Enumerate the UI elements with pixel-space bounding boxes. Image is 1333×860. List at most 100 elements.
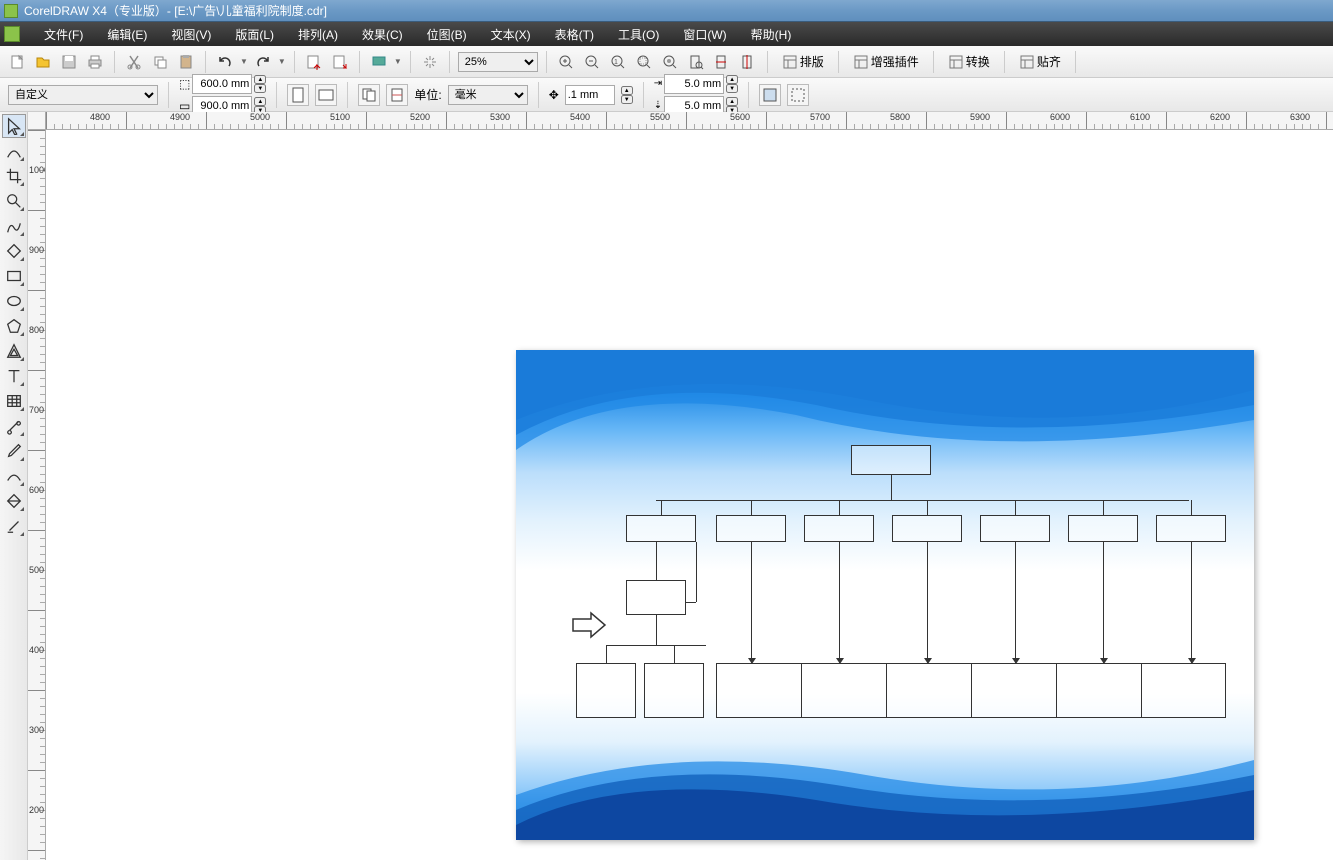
polygon-tool[interactable]	[2, 314, 26, 338]
org-box-l2-1[interactable]	[716, 515, 786, 542]
export-button[interactable]	[329, 51, 351, 73]
new-button[interactable]	[6, 51, 28, 73]
zoom-onetoone-button[interactable]: 1	[607, 51, 629, 73]
zoom-pageheight-button[interactable]	[737, 51, 759, 73]
menu-H[interactable]: 帮助(H)	[739, 26, 804, 43]
table-tool[interactable]	[2, 389, 26, 413]
menu-L[interactable]: 版面(L)	[223, 26, 286, 43]
app-icon	[4, 4, 18, 18]
org-box-mid[interactable]	[626, 580, 686, 615]
ellipse-tool[interactable]	[2, 289, 26, 313]
import-button[interactable]	[303, 51, 325, 73]
menu-O[interactable]: 工具(O)	[606, 26, 671, 43]
menu-E[interactable]: 编辑(E)	[95, 26, 159, 43]
snap-panel-button[interactable]: 贴齐	[1013, 53, 1067, 70]
menu-bar: 文件(F)编辑(E)视图(V)版面(L)排列(A)效果(C)位图(B)文本(X)…	[0, 22, 1333, 46]
zoom-tool[interactable]	[2, 189, 26, 213]
drawing-canvas[interactable]	[46, 130, 1333, 860]
window-title: CorelDRAW X4（专业版）- [E:\广告\儿童福利院制度.cdr]	[24, 2, 327, 19]
print-button[interactable]	[84, 51, 106, 73]
property-bar: 自定义 ⬚▲▼ ▭▲▼ 单位: 毫米 ✥ ▲▼ ⇥▲▼ ⇣▲▼	[0, 78, 1333, 112]
height-up[interactable]: ▲	[254, 97, 266, 106]
treat-as-filled-button[interactable]	[759, 84, 781, 106]
menu-W[interactable]: 窗口(W)	[671, 26, 738, 43]
org-box-l2-5[interactable]	[1068, 515, 1138, 542]
org-box-l2-3[interactable]	[892, 515, 962, 542]
layout-panel-button[interactable]: 排版	[776, 53, 830, 70]
menu-B[interactable]: 位图(B)	[415, 26, 479, 43]
interactive-tool[interactable]	[2, 414, 26, 438]
title-bar: CorelDRAW X4（专业版）- [E:\广告\儿童福利院制度.cdr]	[0, 0, 1333, 22]
menu-F[interactable]: 文件(F)	[32, 26, 95, 43]
zoom-out-button[interactable]	[581, 51, 603, 73]
undo-button[interactable]	[214, 51, 236, 73]
org-box-top[interactable]	[851, 445, 931, 475]
all-pages-button[interactable]	[358, 84, 380, 106]
zoom-in-button[interactable]	[555, 51, 577, 73]
open-button[interactable]	[32, 51, 54, 73]
org-box-l2-6[interactable]	[1156, 515, 1226, 542]
paste-button[interactable]	[175, 51, 197, 73]
shape-tool[interactable]	[2, 139, 26, 163]
eyedropper-tool[interactable]	[2, 439, 26, 463]
wave-decoration-bottom	[516, 740, 1254, 840]
menu-C[interactable]: 效果(C)	[350, 26, 415, 43]
rectangle-tool[interactable]	[2, 264, 26, 288]
units-select[interactable]: 毫米	[448, 85, 528, 105]
landscape-button[interactable]	[315, 84, 337, 106]
document-page[interactable]	[516, 350, 1254, 840]
paper-type-select[interactable]: 自定义	[8, 85, 158, 105]
nudge-input[interactable]	[565, 85, 615, 105]
zoom-level-select[interactable]: 25%	[458, 52, 538, 72]
ruler-origin[interactable]	[28, 112, 46, 130]
basic-shapes-tool[interactable]	[2, 339, 26, 363]
current-page-button[interactable]	[386, 84, 408, 106]
addon-panel-button[interactable]: 增强插件	[847, 53, 925, 70]
canvas-region: 4800490050005100520053005400550056005700…	[28, 112, 1333, 860]
org-box-l2-0[interactable]	[626, 515, 696, 542]
outline-tool[interactable]	[2, 464, 26, 488]
portrait-button[interactable]	[287, 84, 309, 106]
menu-T[interactable]: 表格(T)	[543, 26, 606, 43]
width-icon: ⬚	[179, 77, 190, 91]
smart-fill-tool[interactable]	[2, 239, 26, 263]
crop-tool[interactable]	[2, 164, 26, 188]
pick-tool[interactable]	[2, 114, 26, 138]
page-width-input[interactable]	[192, 74, 252, 94]
menu-A[interactable]: 排列(A)	[286, 26, 350, 43]
welcome-button[interactable]	[419, 51, 441, 73]
width-down[interactable]: ▼	[254, 84, 266, 93]
org-box-l2-4[interactable]	[980, 515, 1050, 542]
dup-x-input[interactable]	[664, 74, 724, 94]
interactive-fill-tool[interactable]	[2, 514, 26, 538]
menu-V[interactable]: 视图(V)	[159, 26, 223, 43]
svg-text:1: 1	[614, 59, 618, 66]
cut-button[interactable]	[123, 51, 145, 73]
org-box-b1[interactable]	[576, 663, 636, 718]
height-icon: ▭	[179, 99, 190, 113]
zoom-selection-button[interactable]	[633, 51, 655, 73]
units-label: 单位:	[414, 86, 441, 103]
org-box-l2-2[interactable]	[804, 515, 874, 542]
vertical-ruler[interactable]: 1000900800700600500400300200	[28, 130, 46, 860]
snap-to-button[interactable]	[787, 84, 809, 106]
text-tool[interactable]	[2, 364, 26, 388]
zoom-allobjects-button[interactable]	[659, 51, 681, 73]
dup-y-icon: ⇣	[654, 100, 662, 111]
width-up[interactable]: ▲	[254, 75, 266, 84]
org-box-b2[interactable]	[644, 663, 704, 718]
freehand-tool[interactable]	[2, 214, 26, 238]
nudge-up[interactable]: ▲	[621, 86, 633, 95]
zoom-pagewidth-button[interactable]	[711, 51, 733, 73]
app-launcher-button[interactable]	[368, 51, 390, 73]
copy-button[interactable]	[149, 51, 171, 73]
nudge-down[interactable]: ▼	[621, 95, 633, 104]
toolbox	[0, 112, 28, 860]
fill-tool[interactable]	[2, 489, 26, 513]
save-button[interactable]	[58, 51, 80, 73]
transform-panel-button[interactable]: 转换	[942, 53, 996, 70]
redo-button[interactable]	[252, 51, 274, 73]
menu-X[interactable]: 文本(X)	[479, 26, 543, 43]
zoom-page-button[interactable]	[685, 51, 707, 73]
horizontal-ruler[interactable]: 4800490050005100520053005400550056005700…	[46, 112, 1333, 130]
